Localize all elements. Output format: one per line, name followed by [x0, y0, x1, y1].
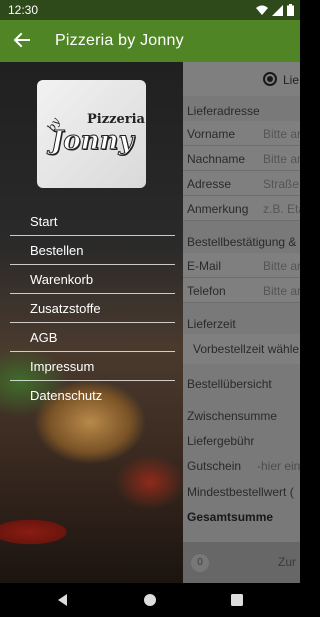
drawer-item-impressum[interactable]: Impressum: [10, 352, 175, 381]
logo-text-jonny: Jonny: [51, 126, 135, 157]
status-time: 12:30: [8, 3, 39, 17]
arrow-left-icon[interactable]: [12, 30, 32, 50]
drawer-item-bestellen[interactable]: Bestellen: [10, 236, 175, 265]
drawer-menu: Start Bestellen Warenkorb Zusatzstoffe A…: [10, 207, 175, 410]
system-nav-bar: [0, 583, 300, 617]
drawer-item-datenschutz[interactable]: Datenschutz: [10, 381, 175, 410]
drawer-item-start[interactable]: Start: [10, 207, 175, 236]
logo-text-pizzeria: Pizzeria: [87, 112, 145, 127]
drawer-item-warenkorb[interactable]: Warenkorb: [10, 265, 175, 294]
nav-back-icon[interactable]: [55, 592, 71, 608]
nav-recents-icon[interactable]: [229, 592, 245, 608]
drawer-item-agb[interactable]: AGB: [10, 323, 175, 352]
signal-icon: [272, 4, 283, 16]
drawer-scrim[interactable]: [183, 62, 300, 583]
app-title: Pizzeria by Jonny: [55, 32, 184, 49]
status-bar: 12:30: [0, 0, 300, 20]
wifi-icon: [256, 5, 268, 15]
drawer-item-zusatzstoffe[interactable]: Zusatzstoffe: [10, 294, 175, 323]
nav-home-icon[interactable]: [142, 592, 158, 608]
pizzeria-logo: Pizzeria by Jonny: [37, 80, 146, 188]
app-bar: Pizzeria by Jonny: [0, 20, 300, 62]
status-icons: [256, 4, 294, 16]
battery-icon: [287, 4, 294, 16]
navigation-drawer: Pizzeria by Jonny Start Bestellen Warenk…: [0, 62, 183, 583]
